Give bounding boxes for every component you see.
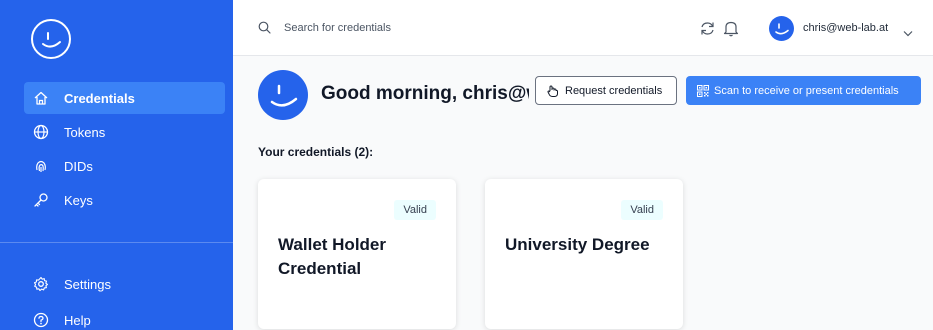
key-icon xyxy=(32,191,50,209)
credential-title: University Degree xyxy=(505,235,650,254)
sidebar-item-label: Keys xyxy=(64,192,93,208)
sidebar: Credentials Tokens DIDs Keys Settings He… xyxy=(0,0,233,330)
logo-icon[interactable] xyxy=(31,19,71,59)
sidebar-item-credentials[interactable]: Credentials xyxy=(24,82,225,114)
top-bar: chris@web-lab.at xyxy=(233,0,933,56)
scan-button-label: Scan to receive or present credentials xyxy=(714,84,899,97)
scan-button[interactable]: Scan to receive or present credentials xyxy=(686,76,921,105)
request-credentials-button[interactable]: Request credentials xyxy=(535,76,677,105)
bell-icon[interactable] xyxy=(723,19,739,42)
gear-icon xyxy=(32,275,50,293)
sidebar-item-keys[interactable]: Keys xyxy=(24,184,225,216)
qr-code-icon xyxy=(697,84,709,97)
chevron-down-icon[interactable] xyxy=(903,24,913,42)
hand-icon xyxy=(547,84,558,97)
fingerprint-icon xyxy=(32,157,50,175)
home-icon xyxy=(32,89,50,107)
request-credentials-label: Request credentials xyxy=(565,84,663,97)
sidebar-item-help[interactable]: Help xyxy=(24,304,225,330)
sidebar-item-tokens[interactable]: Tokens xyxy=(24,116,225,148)
sidebar-item-label: Tokens xyxy=(64,124,106,140)
sidebar-item-label: DIDs xyxy=(64,158,93,174)
sidebar-divider xyxy=(0,242,233,243)
status-badge: Valid xyxy=(621,200,663,220)
sidebar-item-settings[interactable]: Settings xyxy=(24,268,225,300)
sidebar-item-label: Credentials xyxy=(64,90,135,106)
avatar[interactable] xyxy=(769,16,794,41)
page-title: Good morning, chris@web-lab.at xyxy=(321,83,529,104)
credential-title: Wallet Holder Credential xyxy=(278,235,386,278)
help-icon xyxy=(32,311,50,329)
search-input[interactable] xyxy=(284,18,584,38)
credential-card[interactable]: Valid University Degree xyxy=(485,179,683,329)
refresh-icon[interactable] xyxy=(699,20,716,42)
avatar xyxy=(258,70,308,120)
sidebar-item-label: Help xyxy=(64,312,91,328)
sidebar-item-dids[interactable]: DIDs xyxy=(24,150,225,182)
sidebar-item-label: Settings xyxy=(64,276,111,292)
credential-card[interactable]: Valid Wallet Holder Credential xyxy=(258,179,456,329)
search-icon xyxy=(258,21,271,39)
status-badge: Valid xyxy=(394,200,436,220)
main-content: Good morning, chris@web-lab.at Request c… xyxy=(233,56,933,330)
globe-icon xyxy=(32,123,50,141)
credentials-heading: Your credentials (2): xyxy=(258,145,374,159)
user-email[interactable]: chris@web-lab.at xyxy=(803,22,888,34)
